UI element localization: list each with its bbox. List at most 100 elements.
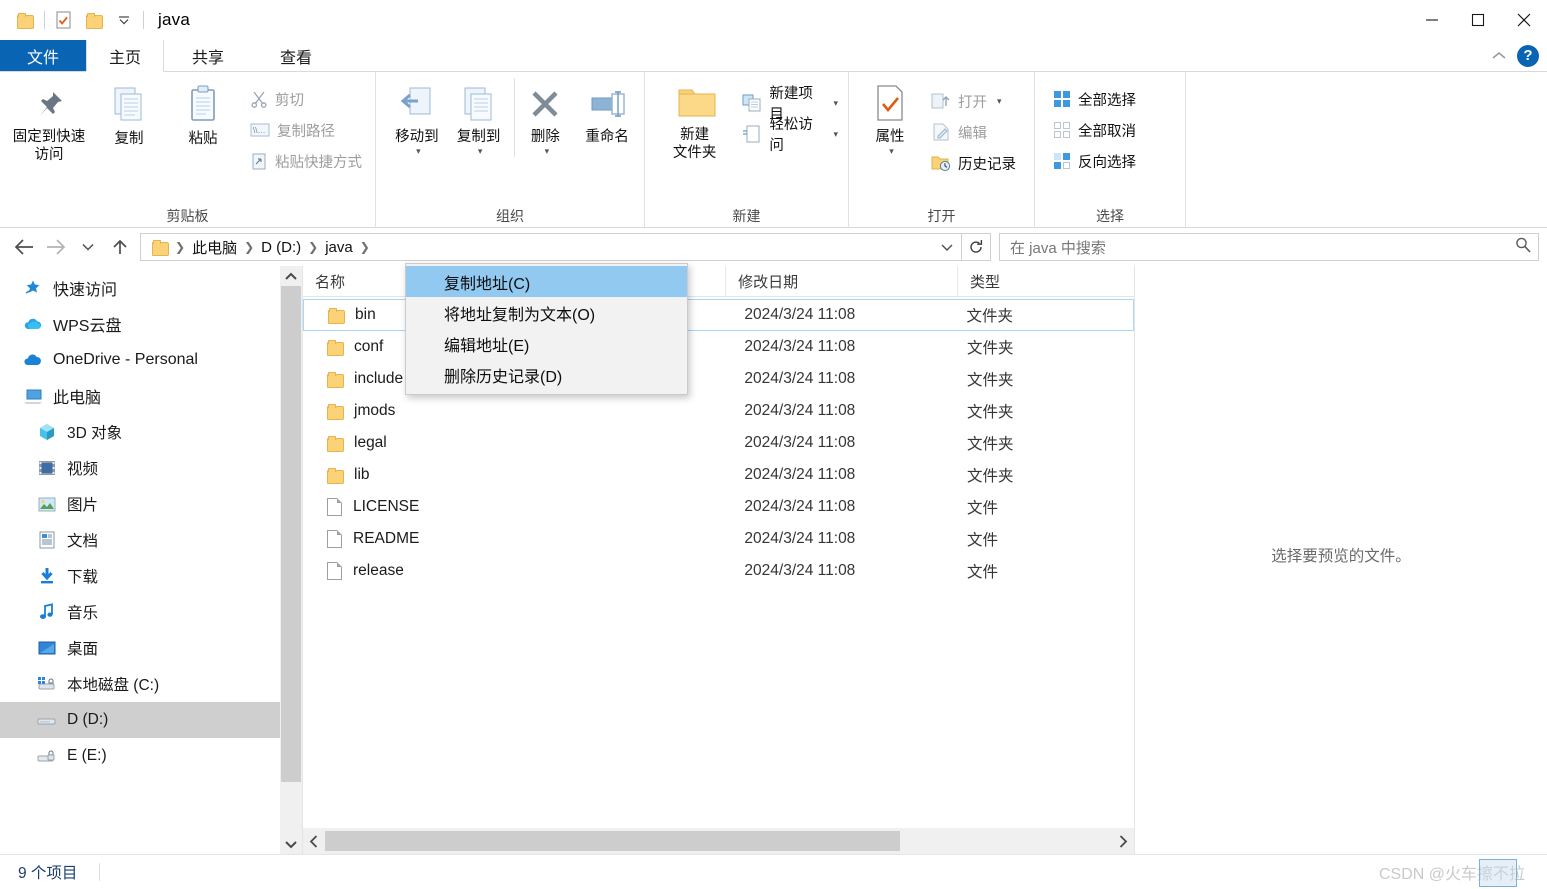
videos-icon [36,460,58,476]
folder-icon [328,307,345,324]
minimize-button[interactable] [1409,0,1455,40]
copy-to-button[interactable]: 复制到 ▾ [448,78,510,157]
invert-selection-button[interactable]: 反向选择 [1049,148,1140,174]
sidebar-item-downloads[interactable]: 下载 [0,558,302,594]
sidebar-item-pictures[interactable]: 图片 [0,486,302,522]
copy-path-button[interactable]: \\… 复制路径 [246,117,366,143]
sidebar-item-drive-d[interactable]: D (D:) [0,702,302,738]
select-none-button[interactable]: 全部取消 [1049,117,1140,143]
chevron-down-icon[interactable]: ▾ [997,96,1002,107]
ribbon-group-clipboard: 固定到快速访问 复制 粘贴 剪切 \\… 复制路径 粘贴快捷方式 剪贴板 [0,72,376,227]
close-button[interactable] [1501,0,1547,40]
sidebar-item-quick-access[interactable]: 快速访问 [0,270,302,306]
chevron-down-icon[interactable]: ▾ [833,98,838,109]
file-type: 文件夹 [967,372,1014,389]
file-type: 文件夹 [967,404,1014,421]
context-menu-item-delete-history[interactable]: 删除历史记录(D) [406,359,687,390]
file-list-horizontal-scrollbar[interactable] [303,828,1134,854]
chevron-down-icon[interactable] [280,834,302,854]
navigation-scroll-thumb[interactable] [281,286,301,782]
breadcrumb-item-this-pc[interactable]: 此电脑 [187,235,242,259]
context-menu-item-copy-address[interactable]: 复制地址(C) [406,266,687,297]
breadcrumb-root-icon[interactable] [147,235,173,259]
file-name: bin [355,306,376,323]
sidebar-item-videos[interactable]: 视频 [0,450,302,486]
sidebar-item-label: OneDrive - Personal [53,351,198,368]
new-folder-button[interactable]: 新建 文件夹 [659,78,730,162]
back-button[interactable] [8,232,40,262]
horizontal-scroll-thumb[interactable] [325,831,900,851]
sidebar-item-onedrive[interactable]: OneDrive - Personal [0,342,302,378]
chevron-down-icon[interactable]: ▾ [416,146,421,157]
open-button[interactable]: 打开 ▾ [927,88,1020,114]
help-button[interactable]: ? [1517,44,1539,67]
rename-label: 重命名 [585,129,629,145]
table-row[interactable]: release 2024/3/24 11:08 文件 [303,555,1134,587]
sidebar-item-documents[interactable]: 文档 [0,522,302,558]
table-row[interactable]: lib 2024/3/24 11:08 文件夹 [303,459,1134,491]
system-drive-icon [36,676,58,692]
easy-access-button[interactable]: 轻松访问 ▾ [738,117,842,154]
recent-locations-button[interactable] [72,232,104,262]
properties-icon[interactable] [49,6,79,34]
sidebar-item-desktop[interactable]: 桌面 [0,630,302,666]
table-row[interactable]: jmods 2024/3/24 11:08 文件夹 [303,395,1134,427]
paste-shortcut-button[interactable]: 粘贴快捷方式 [246,148,366,174]
table-row[interactable]: legal 2024/3/24 11:08 文件夹 [303,427,1134,459]
edit-button[interactable]: 编辑 [927,119,1020,145]
breadcrumb-separator: ❯ [244,240,255,254]
search-input[interactable]: 在 java 中搜索 [1010,237,1514,258]
customize-dropdown-icon[interactable] [109,6,139,34]
documents-icon [36,531,58,549]
up-button[interactable] [104,232,136,262]
tab-share[interactable]: 共享 [164,40,252,71]
search-icon[interactable] [1514,236,1532,259]
select-all-button[interactable]: 全部选择 [1049,86,1140,112]
chevron-down-icon[interactable] [933,235,961,259]
breadcrumb-item-java[interactable]: java [320,235,358,259]
tab-home[interactable]: 主页 [86,40,164,72]
pin-to-quick-access-button[interactable]: 固定到快速访问 [6,78,92,164]
chevron-down-icon[interactable]: ▾ [545,146,550,157]
sidebar-item-local-disk-c[interactable]: 本地磁盘 (C:) [0,666,302,702]
table-row[interactable]: LICENSE 2024/3/24 11:08 文件 [303,491,1134,523]
maximize-button[interactable] [1455,0,1501,40]
chevron-left-icon[interactable] [303,828,325,854]
context-menu-item-edit-address[interactable]: 编辑地址(E) [406,328,687,359]
chevron-down-icon[interactable]: ▾ [478,146,483,157]
sidebar-item-this-pc[interactable]: 此电脑 [0,378,302,414]
column-header-type[interactable]: 类型 [956,266,1134,296]
chevron-up-icon[interactable] [280,266,302,286]
tab-file[interactable]: 文件 [0,40,86,71]
chevron-down-icon[interactable]: ▾ [833,129,838,140]
history-button[interactable]: 历史记录 [927,150,1020,176]
refresh-button[interactable] [962,233,991,261]
cut-button[interactable]: 剪切 [246,86,366,112]
folder-icon[interactable] [10,6,40,34]
forward-button[interactable] [40,232,72,262]
copy-button[interactable]: 复制 [92,78,166,148]
delete-button[interactable]: 删除 ▾ [513,78,577,158]
navigation-scrollbar[interactable] [280,266,302,854]
sidebar-item-music[interactable]: 音乐 [0,594,302,630]
new-folder-icon[interactable] [79,6,109,34]
breadcrumb[interactable]: ❯ 此电脑 ❯ D (D:) ❯ java ❯ [140,233,962,261]
sidebar-item-3d-objects[interactable]: 3D 对象 [0,414,302,450]
paste-button[interactable]: 粘贴 [166,78,240,148]
table-row[interactable]: README 2024/3/24 11:08 文件 [303,523,1134,555]
move-to-button[interactable]: 移动到 ▾ [386,78,448,157]
chevron-right-icon[interactable] [1112,828,1134,854]
column-header-date[interactable]: 修改日期 [725,266,957,296]
tab-view[interactable]: 查看 [252,40,340,71]
breadcrumb-item-drive-d[interactable]: D (D:) [256,235,306,259]
file-date: 2024/3/24 11:08 [744,402,856,419]
sidebar-item-drive-e[interactable]: E (E:) [0,738,302,774]
context-menu-item-copy-address-as-text[interactable]: 将地址复制为文本(O) [406,297,687,328]
chevron-up-icon[interactable] [1491,48,1507,64]
rename-button[interactable]: 重命名 [576,78,638,146]
properties-button[interactable]: 属性 ▾ [859,78,921,157]
search-box[interactable]: 在 java 中搜索 [999,233,1539,261]
ribbon-group-label-clipboard: 剪贴板 [166,208,209,224]
chevron-down-icon[interactable]: ▾ [889,146,894,157]
sidebar-item-wps-cloud[interactable]: WPS云盘 [0,306,302,342]
